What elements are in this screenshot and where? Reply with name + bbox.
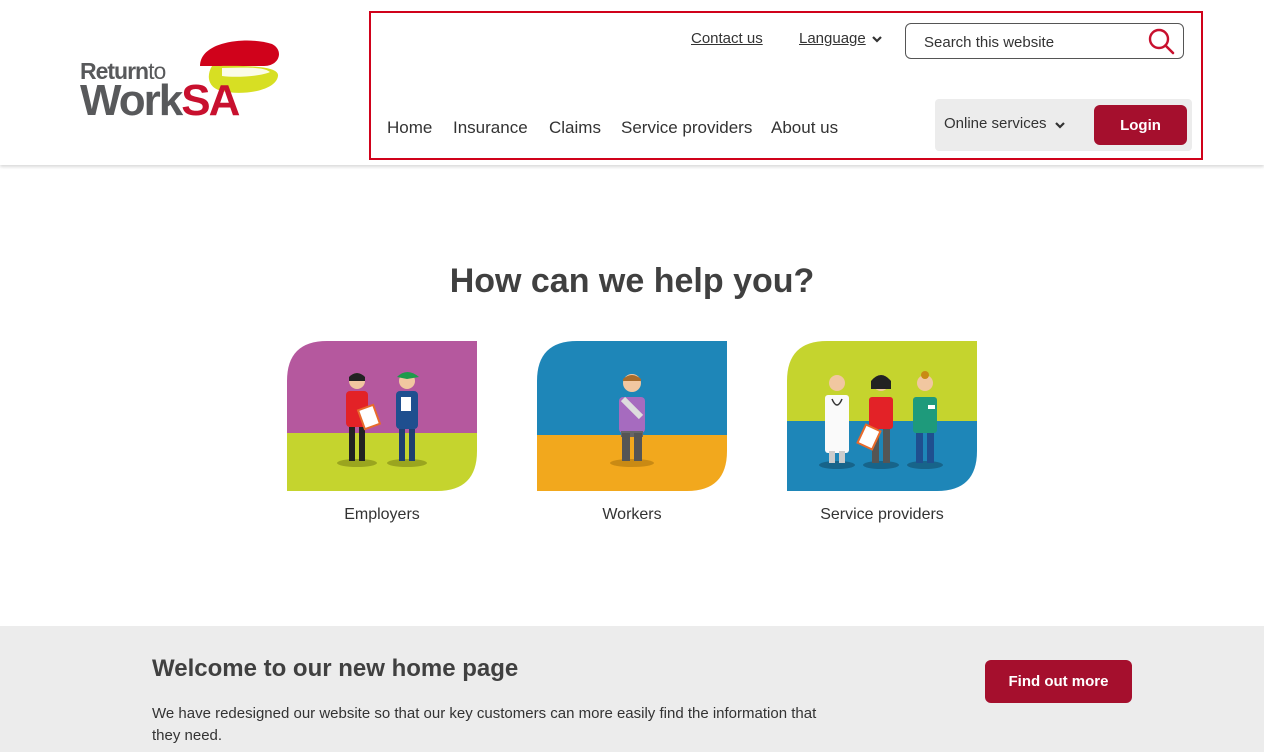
returntowork-logo[interactable]: Returnto WorkSA xyxy=(80,36,280,126)
employers-card[interactable] xyxy=(287,341,477,491)
nav-insurance[interactable]: Insurance xyxy=(453,118,528,138)
banner-title: Welcome to our new home page xyxy=(152,655,519,682)
nav-about-us[interactable]: About us xyxy=(771,118,838,138)
login-button[interactable]: Login xyxy=(1094,105,1187,145)
language-dropdown[interactable]: Language xyxy=(799,30,866,47)
workers-label[interactable]: Workers xyxy=(537,506,727,524)
banner-text: We have redesigned our website so that o… xyxy=(152,705,817,744)
search-box xyxy=(905,23,1184,59)
search-input[interactable] xyxy=(924,31,1139,53)
logo-text-line2: WorkSA xyxy=(80,76,240,125)
help-heading: How can we help you? xyxy=(449,262,815,300)
employers-illustration-icon xyxy=(287,341,477,491)
nav-service-providers[interactable]: Service providers xyxy=(621,118,752,138)
workers-card[interactable] xyxy=(537,341,727,491)
find-out-more-button[interactable]: Find out more xyxy=(985,660,1132,703)
service-providers-label[interactable]: Service providers xyxy=(787,506,977,524)
contact-us-link[interactable]: Contact us xyxy=(691,30,763,47)
chevron-down-icon[interactable] xyxy=(1054,119,1066,131)
workers-illustration-icon xyxy=(537,341,727,491)
online-services-dropdown[interactable]: Online services xyxy=(944,115,1047,132)
nav-home[interactable]: Home xyxy=(387,118,432,138)
service-providers-card[interactable] xyxy=(787,341,977,491)
employers-label[interactable]: Employers xyxy=(287,506,477,524)
chevron-down-icon[interactable] xyxy=(871,33,883,45)
nav-claims[interactable]: Claims xyxy=(549,118,601,138)
search-icon[interactable] xyxy=(1147,27,1175,55)
service-providers-illustration-icon xyxy=(787,341,977,491)
